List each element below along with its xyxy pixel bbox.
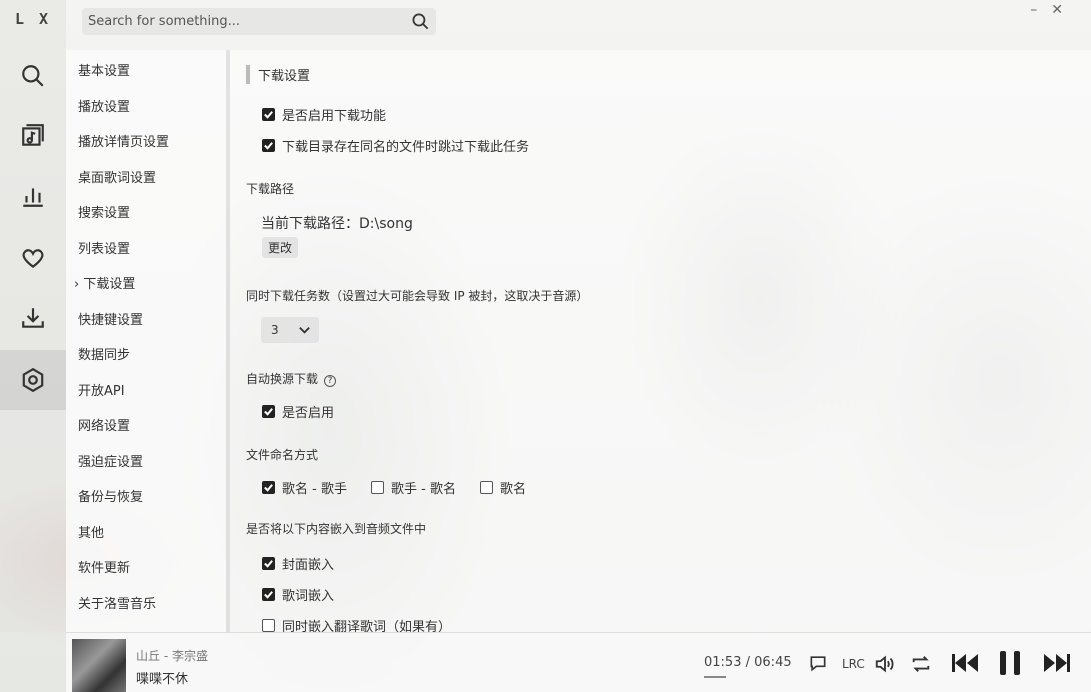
naming-label: 文件命名方式 bbox=[246, 448, 319, 462]
concurrent-label: 同时下载任务数（设置过大可能会导致 IP 被封，这取决于音源） bbox=[246, 289, 589, 303]
auto-switch-checkbox[interactable]: 是否启用 bbox=[262, 402, 334, 421]
menu-item-backup[interactable]: 备份与恢复 bbox=[78, 486, 143, 505]
menu-item-basic[interactable]: 基本设置 bbox=[78, 60, 130, 79]
menu-item-other[interactable]: 其他 bbox=[78, 522, 104, 541]
skip-previous-icon bbox=[952, 654, 978, 672]
heart-icon bbox=[22, 249, 44, 269]
menu-item-about[interactable]: 关于洛雪音乐 bbox=[78, 593, 156, 612]
time-current: 01:53 bbox=[704, 655, 742, 670]
menu-item-label: 下载设置 bbox=[83, 277, 136, 292]
menu-item-play-detail[interactable]: 播放详情页设置 bbox=[78, 131, 169, 150]
nav-search[interactable] bbox=[0, 46, 66, 106]
menu-item-network[interactable]: 网络设置 bbox=[78, 415, 130, 434]
search-input[interactable] bbox=[88, 14, 398, 29]
progress-bar[interactable] bbox=[704, 676, 726, 678]
naming-option-song[interactable]: 歌名 bbox=[480, 478, 526, 497]
search-icon bbox=[22, 65, 44, 87]
naming-option-singer-song[interactable]: 歌手 - 歌名 bbox=[371, 478, 456, 497]
menu-scrollbar[interactable] bbox=[226, 50, 230, 632]
nav-settings[interactable] bbox=[0, 350, 66, 410]
download-path-label: 下载路径 bbox=[246, 182, 295, 196]
close-button[interactable]: ✕ bbox=[1051, 2, 1063, 18]
comment-button[interactable] bbox=[808, 653, 828, 673]
current-path: 当前下载路径：D:\song bbox=[261, 216, 413, 232]
help-icon[interactable]: ? bbox=[324, 375, 337, 387]
menu-item-play[interactable]: 播放设置 bbox=[78, 96, 130, 115]
next-button[interactable] bbox=[1042, 651, 1072, 675]
checkbox-checked-icon bbox=[262, 557, 275, 570]
time-total: 06:45 bbox=[754, 655, 792, 670]
lrc-button[interactable]: LRC bbox=[842, 657, 865, 671]
window-controls: – ✕ bbox=[1030, 2, 1063, 18]
menu-item-open-api[interactable]: 开放API bbox=[78, 380, 125, 399]
checkbox-checked-icon bbox=[262, 481, 275, 494]
comment-icon bbox=[810, 656, 826, 672]
menu-item-download[interactable]: › 下载设置 bbox=[74, 273, 135, 292]
embed-label: 是否将以下内容嵌入到音频文件中 bbox=[246, 522, 427, 536]
song-title: 山丘 - 李宗盛 bbox=[136, 649, 208, 663]
auto-switch-label: 自动换源下载? bbox=[246, 370, 337, 387]
download-icon bbox=[22, 308, 44, 328]
menu-item-hotkey[interactable]: 快捷键设置 bbox=[78, 309, 143, 328]
download-settings: 下载设置 是否启用下载功能 下载目录存在同名的文件时跳过下载此任务 下载路径 当… bbox=[246, 50, 1066, 635]
menu-item-ocd[interactable]: 强迫症设置 bbox=[78, 451, 143, 470]
app-logo: L X bbox=[14, 10, 52, 28]
embed-cover-checkbox[interactable]: 封面嵌入 bbox=[262, 554, 334, 573]
play-time: 01:53 / 06:45 bbox=[704, 655, 792, 670]
pause-icon bbox=[1000, 651, 1020, 675]
icon-sidebar: L X bbox=[0, 0, 66, 632]
settings-menu: 基本设置 播放设置 播放详情页设置 桌面歌词设置 搜索设置 列表设置 › 下载设… bbox=[66, 50, 226, 632]
menu-item-search[interactable]: 搜索设置 bbox=[78, 202, 130, 221]
nav-song-list[interactable] bbox=[0, 106, 66, 166]
checkbox-checked-icon bbox=[262, 108, 275, 121]
skip-same-name-checkbox[interactable]: 下载目录存在同名的文件时跳过下载此任务 bbox=[262, 136, 529, 155]
minimize-button[interactable]: – bbox=[1030, 2, 1037, 18]
checkbox-checked-icon bbox=[262, 405, 275, 418]
previous-button[interactable] bbox=[950, 651, 980, 675]
repeat-icon bbox=[912, 656, 930, 672]
player-bar: 山丘 - 李宗盛 喋喋不休 01:53 / 06:45 LRC bbox=[66, 632, 1091, 692]
album-cover[interactable] bbox=[72, 639, 126, 692]
settings-panel: 基本设置 播放设置 播放详情页设置 桌面歌词设置 搜索设置 列表设置 › 下载设… bbox=[66, 50, 1091, 635]
checkbox-unchecked-icon bbox=[480, 481, 493, 494]
volume-button[interactable] bbox=[874, 653, 896, 675]
search-icon[interactable] bbox=[411, 12, 430, 31]
checkbox-unchecked-icon bbox=[371, 481, 384, 494]
menu-item-list[interactable]: 列表设置 bbox=[78, 238, 130, 257]
current-lyric: 喋喋不休 bbox=[136, 672, 189, 687]
search-box bbox=[82, 8, 436, 35]
nav-favorites[interactable] bbox=[0, 228, 66, 288]
repeat-button[interactable] bbox=[910, 653, 932, 675]
checkbox-checked-icon bbox=[262, 588, 275, 601]
active-chevron-icon: › bbox=[74, 277, 80, 292]
embed-lyric-checkbox[interactable]: 歌词嵌入 bbox=[262, 585, 334, 604]
section-title: 下载设置 bbox=[246, 65, 310, 84]
checkbox-checked-icon bbox=[262, 139, 275, 152]
skip-next-icon bbox=[1044, 654, 1070, 672]
music-list-icon bbox=[22, 124, 44, 146]
concurrent-select[interactable]: 3 bbox=[261, 317, 319, 343]
volume-icon bbox=[875, 655, 894, 673]
naming-option-song-singer[interactable]: 歌名 - 歌手 bbox=[262, 478, 347, 497]
menu-item-sync[interactable]: 数据同步 bbox=[78, 344, 130, 363]
nav-leaderboard[interactable] bbox=[0, 166, 66, 226]
nav-download[interactable] bbox=[0, 288, 66, 348]
menu-item-desktop-lyric[interactable]: 桌面歌词设置 bbox=[78, 167, 156, 186]
time-separator: / bbox=[745, 655, 750, 670]
checkbox-unchecked-icon bbox=[262, 619, 275, 632]
chart-bars-icon bbox=[23, 188, 43, 207]
change-path-button[interactable]: 更改 bbox=[262, 237, 299, 258]
enable-download-checkbox[interactable]: 是否启用下载功能 bbox=[262, 105, 386, 124]
menu-item-update[interactable]: 软件更新 bbox=[78, 557, 130, 576]
pause-button[interactable] bbox=[998, 649, 1022, 677]
chevron-down-icon bbox=[299, 327, 310, 334]
settings-hexagon-icon bbox=[22, 367, 44, 393]
